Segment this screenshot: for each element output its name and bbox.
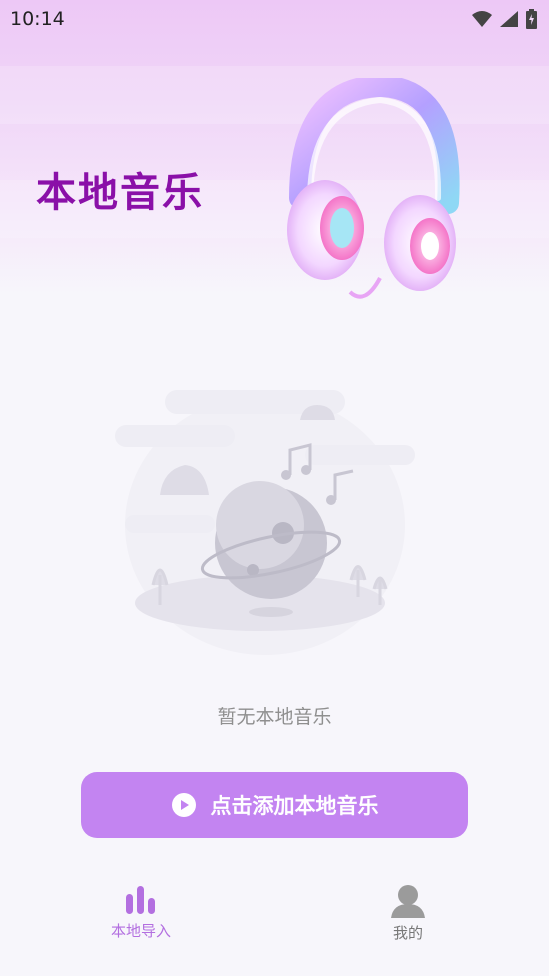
nav-item-local-import[interactable]: 本地导入 (81, 884, 201, 941)
add-local-music-button[interactable]: 点击添加本地音乐 (81, 772, 468, 838)
nav-item-mine[interactable]: 我的 (348, 884, 468, 943)
user-icon (391, 885, 425, 918)
play-circle-icon (171, 793, 196, 817)
battery-icon (526, 9, 537, 29)
status-bar: 10:14 (0, 0, 549, 38)
planet-music-illustration (115, 390, 415, 655)
status-icons (472, 9, 537, 29)
headphones-icon (287, 78, 460, 299)
nav-label-mine: 我的 (392, 924, 423, 942)
signal-icon (500, 11, 518, 27)
nav-label-local-import: 本地导入 (110, 922, 171, 940)
add-button-label: 点击添加本地音乐 (210, 794, 379, 818)
page-title: 本地音乐 (36, 170, 204, 216)
bottom-nav: 本地导入 我的 (0, 870, 549, 976)
bars-icon (126, 886, 155, 914)
status-time: 10:14 (10, 8, 65, 30)
wifi-icon (472, 11, 492, 27)
empty-state-message: 暂无本地音乐 (217, 706, 332, 728)
